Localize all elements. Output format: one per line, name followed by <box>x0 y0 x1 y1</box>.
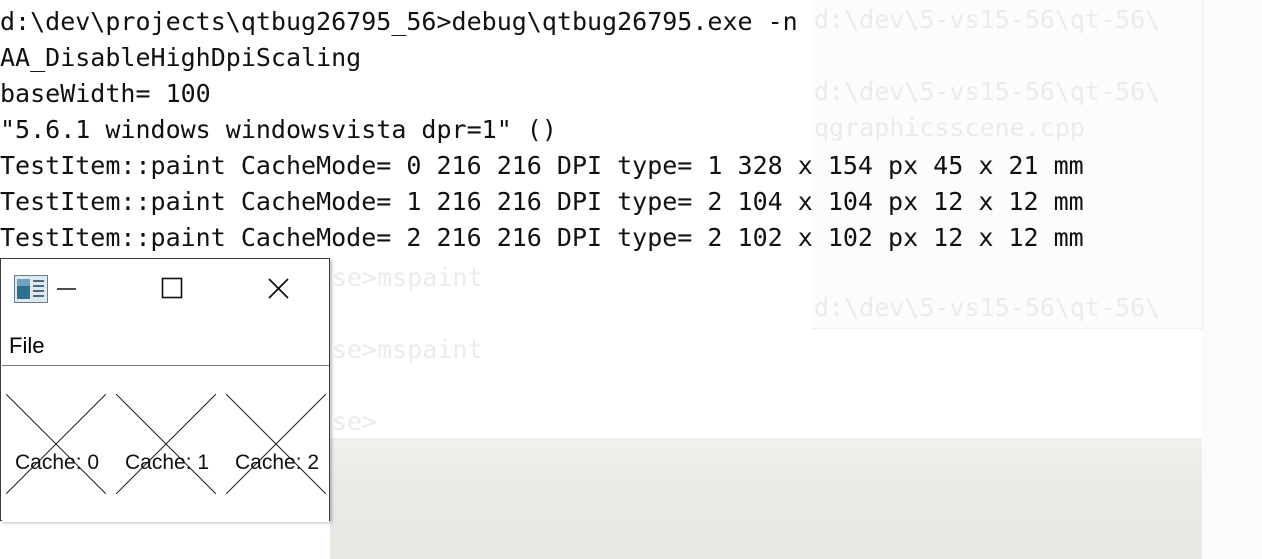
background-text: d:\dev\5-vs15-56\qt-56\ <box>814 293 1161 322</box>
close-button[interactable] <box>255 267 301 311</box>
background-text: se>mspaint <box>332 335 483 364</box>
cross-icon <box>115 393 217 495</box>
console-line: d:\dev\projects\qtbug26795_56>debug\qtbu… <box>0 7 798 36</box>
minimize-button[interactable] <box>45 267 91 311</box>
console-line: "5.6.1 windows windowsvista dpr=1" () <box>0 115 557 144</box>
minimize-icon <box>57 288 76 290</box>
cache-item-1[interactable]: Cache: 1 <box>115 393 217 495</box>
title-bar[interactable] <box>1 259 329 315</box>
qt-window[interactable]: File Cache: 0 Cache: 1 Cache: 2 <box>0 258 330 522</box>
menu-bar: File <box>1 325 329 359</box>
cache-item-2[interactable]: Cache: 2 <box>225 393 327 495</box>
console-line: baseWidth= 100 <box>0 79 211 108</box>
background-text: se> <box>332 407 378 436</box>
background-text: se>mspaint <box>332 263 483 292</box>
console-output: d:\dev\projects\qtbug26795_56>debug\qtbu… <box>0 4 1084 256</box>
graphics-scene[interactable]: Cache: 0 Cache: 1 Cache: 2 <box>2 365 329 522</box>
cache-item-label: Cache: 0 <box>15 451 100 474</box>
console-line: TestItem::paint CacheMode= 0 216 216 DPI… <box>0 151 1084 180</box>
maximize-icon <box>161 277 183 299</box>
close-icon <box>268 278 289 299</box>
background-window-right <box>1202 0 1262 559</box>
cache-item-label: Cache: 1 <box>125 451 210 474</box>
background-photo <box>330 438 1202 559</box>
app-icon[interactable] <box>14 275 48 303</box>
console-line: TestItem::paint CacheMode= 1 216 216 DPI… <box>0 187 1084 216</box>
console-line: TestItem::paint CacheMode= 2 216 216 DPI… <box>0 223 1084 252</box>
menu-file[interactable]: File <box>9 333 44 359</box>
maximize-button[interactable] <box>149 267 195 311</box>
cross-icon <box>225 393 327 495</box>
cross-icon <box>5 393 107 495</box>
cache-item-0[interactable]: Cache: 0 <box>5 393 107 495</box>
cache-item-label: Cache: 2 <box>235 451 320 474</box>
console-line: AA_DisableHighDpiScaling <box>0 43 362 72</box>
